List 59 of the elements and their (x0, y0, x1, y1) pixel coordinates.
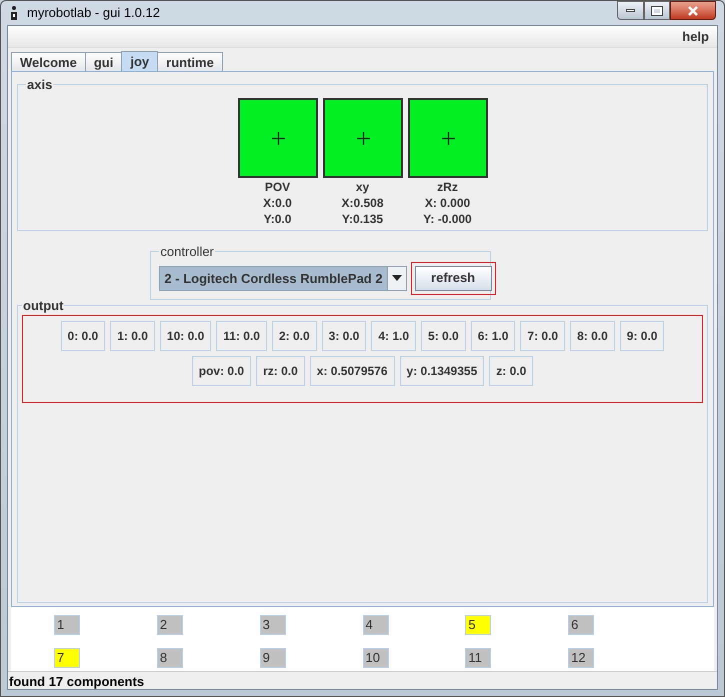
controller-dropdown[interactable]: 2 - Logitech Cordless RumblePad 2 (159, 266, 407, 290)
menu-item[interactable]: help (682, 28, 709, 44)
output-value: 7: 0.0 (520, 321, 566, 351)
output-value: 1: 0.0 (110, 321, 155, 351)
tab[interactable]: gui (84, 52, 122, 71)
joystick-button-indicator: 12 (568, 648, 594, 668)
joystick-button-indicator: 8 (156, 648, 183, 668)
joystick-button-indicator: 9 (260, 648, 286, 668)
axis-x-value: X:0.508 (341, 194, 384, 210)
axis-label: POV (264, 178, 290, 194)
tab[interactable]: Welcome (11, 52, 86, 71)
dropdown-arrow-icon (392, 275, 402, 281)
output-value: 5: 0.0 (421, 321, 466, 351)
output-value: 10: 0.0 (160, 321, 212, 351)
output-value: 6: 1.0 (470, 321, 516, 351)
status-text: found 17 components (8, 671, 717, 689)
joystick-button-indicator: 5 (465, 615, 492, 635)
app-icon (9, 5, 19, 21)
joystick-button-indicator: 3 (260, 615, 286, 635)
axis-y-value: Y:0.135 (342, 210, 384, 226)
output-value: z: 0.0 (489, 356, 534, 386)
controller-section-title: controller (159, 243, 215, 261)
axis-x-value: X: 0.000 (424, 194, 470, 210)
close-button[interactable] (670, 1, 716, 20)
crosshair-icon (442, 132, 454, 144)
tab[interactable]: joy (121, 51, 158, 71)
joystick-button-indicator: 4 (362, 615, 388, 635)
output-value: 2: 0.0 (272, 321, 317, 351)
crosshair-icon (356, 132, 370, 144)
close-icon (687, 6, 699, 16)
axis-y-value: Y: -0.000 (423, 210, 472, 226)
output-value: 3: 0.0 (322, 321, 366, 351)
output-value: 11: 0.0 (216, 321, 267, 351)
window-title: myrobotlab - gui 1.0.12 (27, 4, 160, 22)
refresh-button[interactable]: refresh (414, 266, 492, 290)
axis-x-value: X:0.0 (263, 194, 292, 210)
joystick-button-indicator: 6 (568, 615, 594, 635)
output-value: rz: 0.0 (256, 356, 305, 386)
output-value: 9: 0.0 (620, 321, 664, 351)
output-value: y: 0.1349355 (400, 356, 484, 386)
axis-section-title: axis (26, 76, 54, 94)
joystick-button-indicator: 1 (54, 615, 80, 635)
output-section-title: output (22, 296, 64, 315)
tab[interactable]: runtime (157, 52, 223, 71)
output-value: pov: 0.0 (192, 356, 252, 386)
output-value: x: 0.5079576 (310, 356, 395, 386)
joystick-button-indicator: 7 (54, 648, 80, 668)
crosshair-icon (272, 132, 284, 144)
axis-label: xy (356, 178, 370, 194)
axis-label: zRz (437, 178, 458, 194)
output-value: 4: 1.0 (371, 321, 416, 351)
joystick-button-indicator: 10 (362, 648, 388, 668)
output-value: 8: 0.0 (570, 321, 615, 351)
maximize-button[interactable] (644, 1, 670, 20)
axis-y-value: Y:0.0 (264, 210, 292, 226)
minimize-button[interactable] (617, 1, 644, 20)
joystick-button-indicator: 2 (156, 615, 183, 635)
joystick-button-indicator: 11 (465, 648, 492, 668)
output-value: 0: 0.0 (60, 321, 106, 351)
